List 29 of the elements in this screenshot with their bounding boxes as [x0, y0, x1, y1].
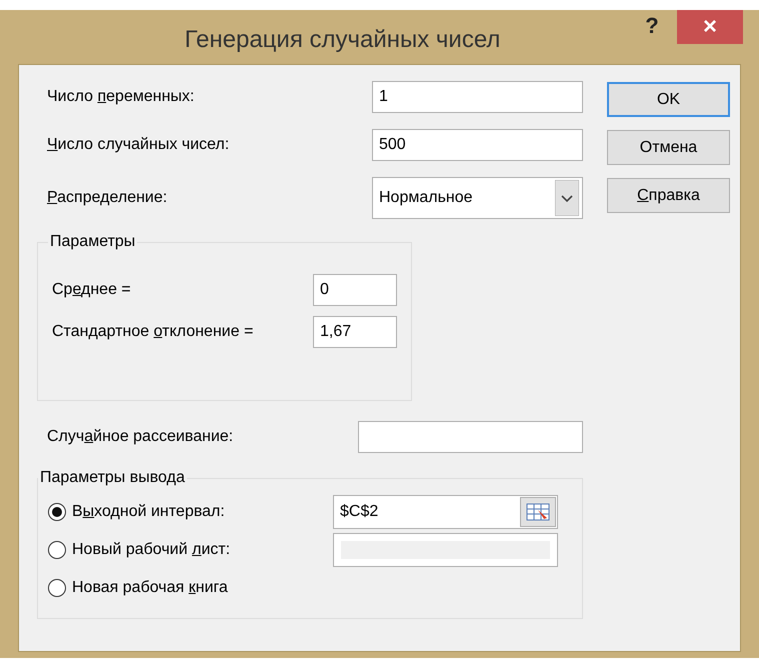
- dialog-button[interactable]: OK: [607, 82, 730, 117]
- range-field[interactable]: $C$2: [333, 495, 558, 529]
- input-field[interactable]: [358, 421, 583, 453]
- input-field[interactable]: 500: [372, 129, 583, 161]
- input-field[interactable]: 1,67: [313, 316, 397, 348]
- range-picker-icon[interactable]: [520, 497, 556, 527]
- close-button[interactable]: ×: [677, 10, 743, 44]
- field-label: Случайное рассеивание:: [47, 428, 234, 446]
- input-field[interactable]: 1: [372, 81, 583, 113]
- dialog-button[interactable]: Справка: [607, 178, 730, 213]
- help-button[interactable]: ?: [627, 10, 677, 42]
- dialog-button[interactable]: Отмена: [607, 130, 730, 165]
- radio-label: Новый рабочий лист:: [72, 541, 232, 559]
- radio-button[interactable]: [48, 503, 66, 521]
- input-field[interactable]: 0: [313, 274, 397, 306]
- group-legend: Параметры: [48, 233, 138, 251]
- radio-label: Новая рабочая книга: [72, 579, 229, 597]
- radio-label: Выходной интервал:: [72, 503, 226, 521]
- field-label: Распределение:: [47, 189, 168, 207]
- field-label: Стандартное отклонение =: [52, 323, 254, 341]
- field-label: Число случайных чисел:: [47, 136, 230, 154]
- group-legend: Параметры вывода: [38, 469, 187, 487]
- field-label: Среднее =: [52, 281, 131, 299]
- radio-button[interactable]: [48, 541, 66, 559]
- window-title: Генерация случайных чисел: [184, 25, 502, 54]
- caret-icon: [555, 180, 579, 216]
- field-label: Число переменных:: [47, 88, 194, 106]
- distribution-dropdown[interactable]: Нормальное: [372, 177, 583, 219]
- radio-button[interactable]: [48, 579, 66, 597]
